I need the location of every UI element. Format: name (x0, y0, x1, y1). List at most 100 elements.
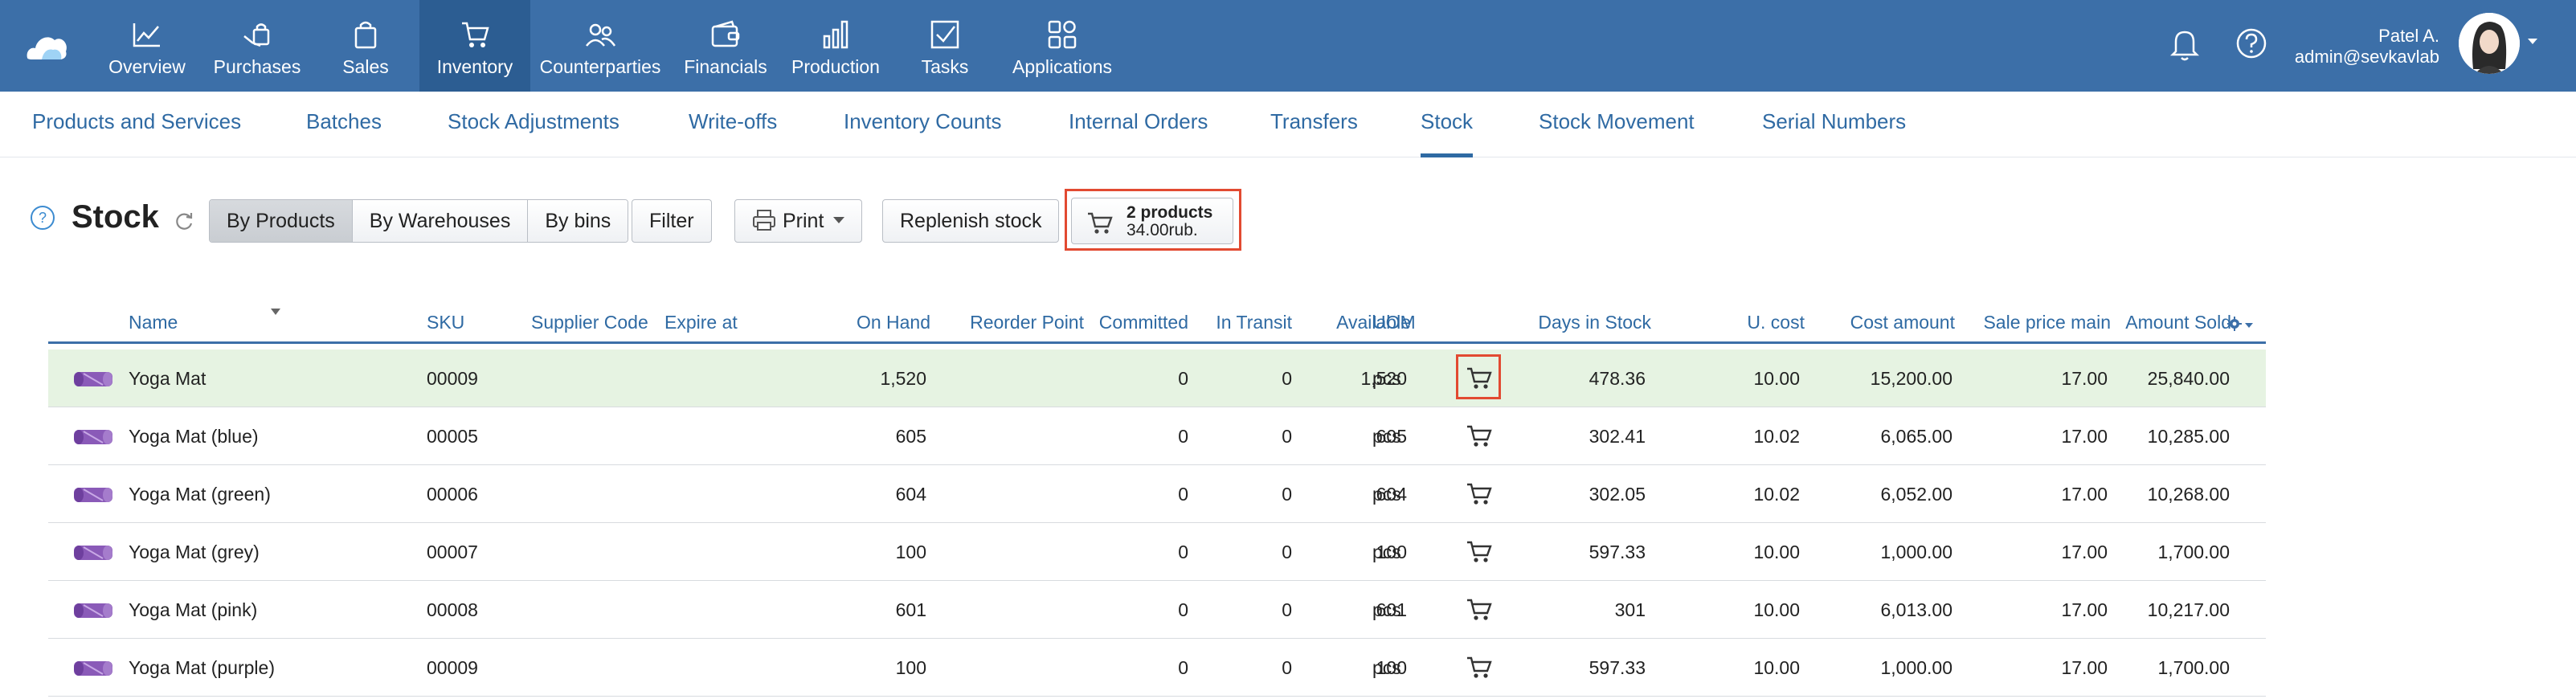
col-amount-sold[interactable]: Amount Sold (2125, 312, 2231, 333)
yoga-mat-icon[interactable] (71, 367, 116, 391)
by-bins-button[interactable]: By bins (528, 200, 628, 242)
yoga-mat-icon[interactable] (71, 656, 116, 681)
checkbox-icon (927, 18, 963, 51)
avatar[interactable] (2459, 13, 2520, 74)
cell-sku: 00006 (427, 484, 478, 505)
print-button[interactable]: Print (734, 199, 863, 243)
nav-counterparties[interactable]: Counterparties (540, 0, 660, 92)
cart-icon[interactable] (1466, 481, 1493, 505)
yoga-mat-icon[interactable] (71, 541, 116, 565)
chevron-down-icon[interactable] (2245, 323, 2253, 328)
cell-in-transit: 0 (1282, 542, 1292, 562)
col-expire-at[interactable]: Expire at (664, 312, 738, 333)
col-name[interactable]: Name (129, 312, 178, 333)
cell-sku: 00009 (427, 368, 478, 389)
cell-u-cost: 10.00 (1753, 657, 1800, 678)
nav-purchases[interactable]: Purchases (207, 0, 307, 92)
col-committed[interactable]: Committed (1099, 312, 1188, 333)
col-reorder-point[interactable]: Reorder Point (970, 312, 1084, 333)
tab-internal-orders[interactable]: Internal Orders (1069, 92, 1208, 157)
nav-tasks[interactable]: Tasks (908, 0, 982, 92)
col-u-cost[interactable]: U. cost (1747, 312, 1805, 333)
tab-products-and-services[interactable]: Products and Services (32, 92, 241, 157)
cell-in-transit: 0 (1282, 599, 1292, 620)
yoga-mat-icon[interactable] (71, 599, 116, 623)
tab-batches[interactable]: Batches (306, 92, 382, 157)
cell-committed: 0 (1178, 599, 1188, 620)
nav-production[interactable]: Production (791, 0, 881, 92)
cell-amount-sold: 10,268.00 (2147, 484, 2230, 505)
yoga-mat-icon[interactable] (71, 425, 116, 449)
nav-inventory[interactable]: Inventory (419, 0, 530, 92)
cell-name[interactable]: Yoga Mat (purple) (129, 639, 275, 697)
cell-on-hand: 605 (895, 426, 926, 447)
table-row[interactable]: Yoga Mat (purple) 00009 100 0 0 100 pcs 597.33 1… (48, 639, 2266, 697)
tab-transfers[interactable]: Transfers (1270, 92, 1358, 157)
help-icon[interactable]: ? (31, 206, 55, 230)
col-sku[interactable]: SKU (427, 312, 464, 333)
cell-cost-amount: 6,052.00 (1880, 484, 1952, 505)
user-name[interactable]: Patel A. (2378, 26, 2439, 47)
col-sale-price-main[interactable]: Sale price main (1983, 312, 2111, 333)
bell-icon[interactable] (2168, 26, 2202, 63)
col-uom[interactable]: UOM (1372, 312, 1416, 333)
cell-name[interactable]: Yoga Mat (129, 350, 206, 407)
col-in-transit[interactable]: In Transit (1216, 312, 1292, 333)
table-row[interactable]: Yoga Mat (pink) 00008 601 0 0 601 pcs 301 10.00 6… (48, 581, 2266, 639)
nav-label: Financials (684, 56, 767, 77)
cell-in-transit: 0 (1282, 368, 1292, 389)
cell-cost-amount: 6,013.00 (1880, 599, 1952, 620)
table-row[interactable]: Yoga Mat (grey) 00007 100 0 0 100 pcs 597.33 10.… (48, 523, 2266, 581)
nav-label: Overview (108, 56, 186, 77)
chevron-down-icon[interactable] (2528, 39, 2537, 44)
tab-stock-movement[interactable]: Stock Movement (1539, 92, 1695, 157)
tab-serial-numbers[interactable]: Serial Numbers (1762, 92, 1906, 157)
nav-label: Inventory (436, 56, 513, 77)
table-row[interactable]: Yoga Mat (blue) 00005 605 0 0 605 pcs 302.41 10.… (48, 407, 2266, 465)
cell-sale-price: 17.00 (2061, 542, 2108, 562)
sort-desc-icon[interactable] (271, 309, 280, 315)
cart-icon[interactable] (1466, 423, 1493, 448)
col-days-in-stock[interactable]: Days in Stock (1538, 312, 1651, 333)
col-on-hand[interactable]: On Hand (857, 312, 930, 333)
by-warehouses-button[interactable]: By Warehouses (352, 200, 529, 242)
nav-applications[interactable]: Applications (1008, 0, 1117, 92)
cell-cost-amount: 6,065.00 (1880, 426, 1952, 447)
nav-label: Purchases (213, 56, 301, 77)
cell-name[interactable]: Yoga Mat (grey) (129, 523, 260, 581)
nav-financials[interactable]: Financials (680, 0, 771, 92)
avatar-image (2459, 13, 2520, 74)
cell-sku: 00007 (427, 542, 478, 562)
tab-stock-adjustments[interactable]: Stock Adjustments (448, 92, 619, 157)
user-email[interactable]: admin@sevkavlab (2295, 47, 2439, 67)
col-supplier-code[interactable]: Supplier Code (531, 312, 648, 333)
cart-icon[interactable] (1466, 539, 1493, 563)
cell-cost-amount: 1,000.00 (1880, 542, 1952, 562)
cell-committed: 0 (1178, 542, 1188, 562)
cell-committed: 0 (1178, 368, 1188, 389)
filter-button[interactable]: Filter (632, 199, 712, 243)
cart-icon[interactable] (1466, 597, 1493, 621)
cell-name[interactable]: Yoga Mat (green) (129, 465, 271, 523)
cart-summary-button[interactable]: 2 products 34.00rub. (1071, 198, 1233, 244)
refresh-icon[interactable] (174, 211, 194, 231)
cell-name[interactable]: Yoga Mat (blue) (129, 407, 259, 465)
table-row[interactable]: Yoga Mat (green) 00006 604 0 0 604 pcs 302.05 10… (48, 465, 2266, 523)
nav-sales[interactable]: Sales (331, 0, 400, 92)
table-row[interactable]: Yoga Mat 00009 1,520 0 0 1,520 pcs 478.36 10.00 1… (48, 350, 2266, 407)
gear-icon[interactable] (2227, 317, 2242, 331)
question-icon[interactable] (2235, 27, 2267, 59)
by-products-button[interactable]: By Products (210, 200, 353, 242)
hand-bag-icon (239, 18, 275, 51)
cloud-logo-icon[interactable] (24, 24, 69, 63)
tab-write-offs[interactable]: Write-offs (689, 92, 777, 157)
yoga-mat-icon[interactable] (71, 483, 116, 507)
nav-overview[interactable]: Overview (104, 0, 190, 92)
tab-inventory-counts[interactable]: Inventory Counts (844, 92, 1002, 157)
cell-name[interactable]: Yoga Mat (pink) (129, 581, 257, 639)
col-cost-amount[interactable]: Cost amount (1850, 312, 1955, 333)
cart-icon[interactable] (1466, 655, 1493, 679)
cell-sku: 00008 (427, 599, 478, 620)
replenish-stock-button[interactable]: Replenish stock (882, 199, 1060, 243)
tab-stock[interactable]: Stock (1421, 92, 1474, 157)
